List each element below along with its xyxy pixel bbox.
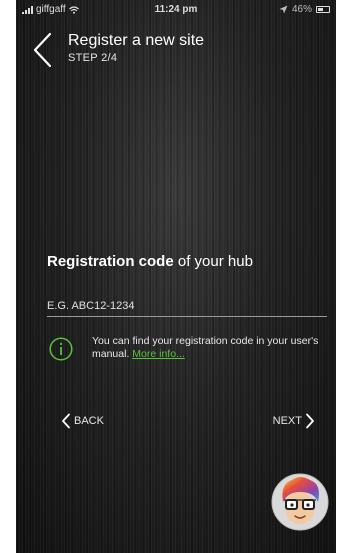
page-title: Register a new site — [68, 32, 205, 49]
registration-heading: Registration code of your hub — [47, 253, 253, 270]
info-text: You can find your registration code in y… — [92, 335, 328, 361]
next-label: NEXT — [272, 415, 302, 427]
step-indicator: STEP 2/4 — [68, 52, 118, 64]
status-right: 46% — [279, 4, 330, 15]
registration-heading-rest: of your hub — [173, 253, 253, 270]
chevron-left-icon[interactable] — [30, 30, 54, 70]
battery-percent: 46% — [291, 4, 312, 15]
back-label: BACK — [74, 415, 104, 427]
registration-code-input[interactable] — [47, 296, 327, 317]
status-bar: giffgaff 11:24 pm 46% — [16, 0, 336, 20]
registration-heading-bold: Registration code — [47, 253, 174, 270]
info-circle-icon — [49, 337, 73, 361]
next-button[interactable]: NEXT — [273, 413, 315, 429]
location-arrow-icon — [279, 5, 288, 14]
app-screen: giffgaff 11:24 pm 46% Register a new sit… — [16, 0, 336, 553]
avatar[interactable] — [270, 472, 330, 532]
chevron-right-icon — [306, 413, 314, 429]
chevron-left-small-icon — [62, 413, 70, 429]
battery-icon — [316, 6, 330, 13]
back-button[interactable]: BACK — [61, 413, 104, 429]
info-message: You can find your registration code in y… — [92, 335, 319, 360]
more-info-link[interactable]: More info... — [132, 348, 185, 360]
